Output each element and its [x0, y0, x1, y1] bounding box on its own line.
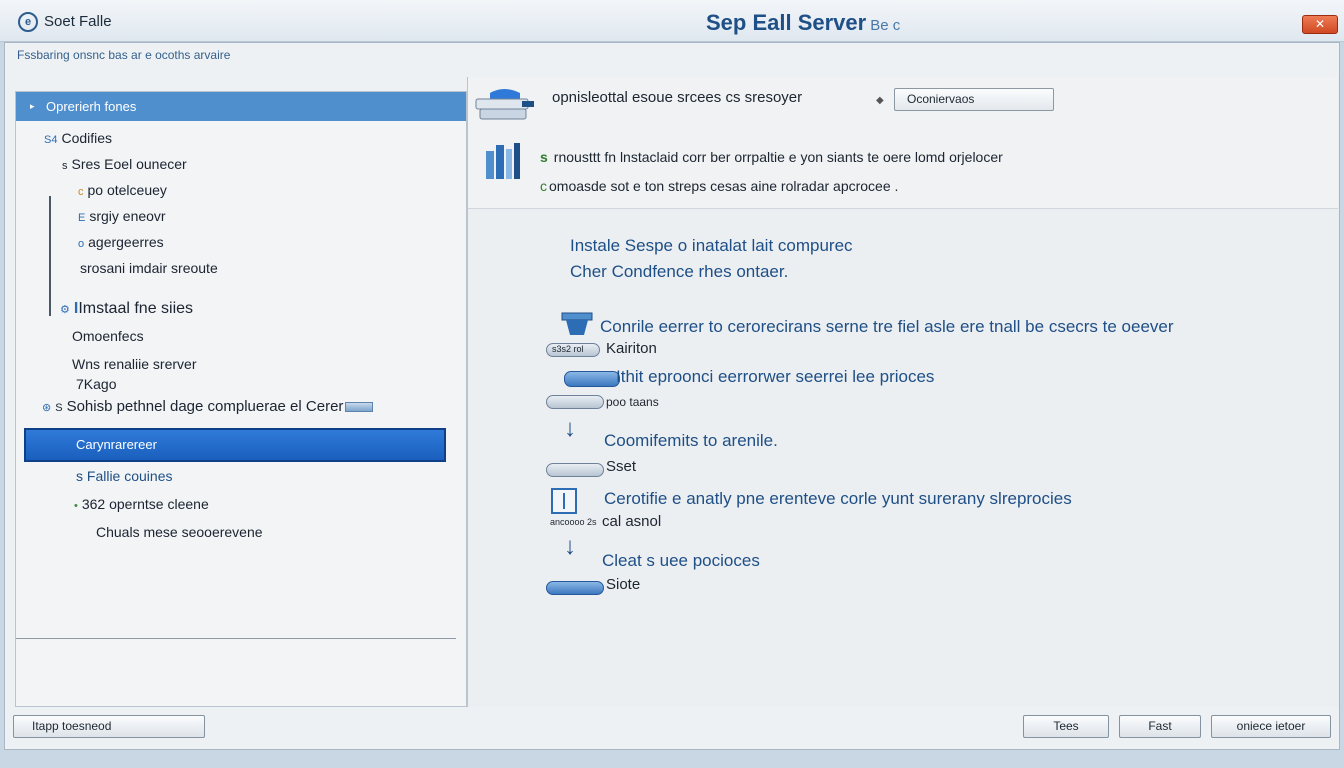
tree-item-prefix: S [55, 402, 63, 414]
step-2-label: poo taans [606, 395, 659, 409]
breadcrumb: Fssbaring onsnc bas ar e ocoths arvaire [17, 48, 231, 62]
app-logo-icon: e [18, 12, 38, 32]
step-1-title: Conrile eerrer to cerorecirans serne tre… [600, 317, 1174, 336]
tree-item-agreements[interactable]: o agergeerres [78, 234, 164, 250]
tree-item-prefix: c [78, 186, 84, 198]
gear-icon: ⚙ [60, 304, 70, 316]
tree-item-label: agergeerres [88, 234, 164, 250]
tree-item-server-owner[interactable]: s Sres Eoel ounecer [62, 156, 187, 172]
server-shield-icon [475, 89, 534, 120]
info-marker: s [540, 149, 548, 165]
panel-divider [16, 638, 456, 639]
down-arrow-icon: ↓ [564, 533, 576, 560]
step-1-tag: s3s2 rol [552, 344, 584, 354]
globe-icon: ⊛ [42, 402, 52, 414]
info-text: omoasde sot e ton streps cesas aine rolr… [549, 178, 899, 194]
tree-item-prefix: S4 [44, 134, 58, 146]
step-3-label: Sset [606, 458, 637, 475]
tree-item-label: 362 operntse cleene [81, 496, 209, 512]
tree-item-label: Sres Eoel ounecer [71, 156, 187, 172]
server-icon [561, 312, 593, 335]
main-window: Fssbaring onsnc bas ar e ocoths arvaire … [4, 42, 1340, 750]
tree-item-label: Omoenfecs [72, 328, 144, 344]
tree-item-label: srosani imdair sreoute [80, 260, 218, 276]
tree-item-label: Codifies [61, 130, 113, 146]
step-5-pill[interactable] [546, 581, 604, 595]
step-4-title: Cerotifie e anatly pne erenteve corle yu… [604, 489, 1072, 508]
window-title-sub: Be c [870, 17, 901, 34]
title-bar: e Soet Falle Sep Eall Server Be c ✕ [0, 0, 1344, 42]
tree-item-file-counts[interactable]: s Fallie couines [76, 468, 173, 484]
step-4-label: cal asnol [602, 513, 662, 530]
tree-item-label: srgiy eneovr [89, 208, 166, 224]
window-title-main: Sep Eall Server [706, 10, 867, 35]
tree-item-label: Imstaal fne siies [78, 300, 194, 317]
finish-button[interactable]: oniece ietoer [1211, 715, 1331, 738]
navigation-tree: ▸ Oprerierh fones S4 Codifies s Sres Eoel … [15, 91, 467, 707]
leaf-icon: • [74, 500, 78, 512]
step-3-title: Coomifemits to arenile. [604, 431, 778, 450]
info-marker: c [540, 178, 547, 194]
expand-arrow-icon: ▸ [30, 101, 35, 111]
tree-item-route[interactable]: srosani imdair sreoute [80, 260, 218, 276]
content-panel: opnisleottal esoue srcees cs sresoyer ◆ … [467, 77, 1339, 707]
tree-item-label: Chuals mese seooerevene [96, 524, 263, 540]
tree-item-install[interactable]: ⚙ IImstaal fne siies [60, 300, 193, 318]
app-name: Soet Falle [44, 13, 112, 30]
content-header: opnisleottal esoue srcees cs sresoyer ◆ … [468, 77, 1338, 209]
configuration-dropdown[interactable]: Oconiervaos [894, 88, 1054, 111]
tree-item-kago[interactable]: 7Kago [76, 376, 116, 392]
install-subheading: Cher Condfence rhes ontaer. [570, 262, 789, 281]
tree-item-label: Sohisb pethnel dage compluerae el Cerer [66, 398, 344, 415]
step-2-pill[interactable] [564, 371, 620, 387]
tree-item-label: s Fallie couines [76, 468, 173, 484]
tree-item-label: po otelceuey [87, 182, 167, 198]
window-title: Sep Eall Server Be c [706, 10, 900, 36]
tree-item-selected[interactable]: Carynrarereer [24, 428, 446, 462]
tree-item-server[interactable]: Wns renaliie srerver [72, 356, 196, 372]
books-icon [486, 143, 520, 179]
tree-item-label: 7Kago [76, 376, 117, 392]
step-2-title: Ithit eproonci eerrorwer seerrei lee pri… [616, 367, 935, 386]
step-1-label: Kairiton [606, 340, 657, 357]
install-heading: Instale Sespe o inatalat lait compurec [570, 236, 853, 255]
test-button[interactable]: Tees [1023, 715, 1109, 738]
next-button[interactable]: Fast [1119, 715, 1201, 738]
step-5-title: Cleat s uee pocioces [602, 551, 760, 570]
tree-item-selector[interactable]: c po otelceuey [78, 182, 167, 198]
info-line-2: c omoasde sot e ton streps cesas aine rol… [540, 178, 898, 194]
tree-item-prefix: o [78, 238, 85, 250]
tree-header-label: Oprerierh fones [46, 99, 137, 114]
step-5-label: Siote [606, 576, 641, 593]
tree-item-codifies[interactable]: S4 Codifies [44, 130, 112, 146]
tree-connector [49, 196, 51, 316]
tree-item-energy[interactable]: Esrgiy eneovr [78, 208, 166, 224]
content-subtitle: opnisleottal esoue srcees cs sresoyer [552, 89, 803, 106]
tree-header[interactable]: ▸ Oprerierh fones [16, 92, 466, 121]
document-icon [551, 488, 577, 514]
down-arrow-icon: ↓ [564, 415, 576, 442]
tree-item-prefix: s [62, 160, 68, 172]
tree-item-completion[interactable]: ⊛ S Sohisb pethnel dage compluerae el Cere… [42, 398, 374, 415]
step-3-pill[interactable] [546, 463, 604, 477]
close-button[interactable]: ✕ [1302, 15, 1338, 34]
tree-item-channels[interactable]: Chuals mese seooerevene [96, 524, 263, 540]
tree-item-label: Wns renaliie srerver [72, 356, 197, 372]
step-2-input-pill[interactable] [546, 395, 604, 409]
dropdown-arrow-icon[interactable]: ◆ [876, 95, 884, 106]
help-button[interactable]: Itapp toesneod [13, 715, 205, 738]
info-text: rnousttt fn lnstaclaid corr ber orrpalti… [553, 149, 1003, 165]
tree-item-omoenfecs[interactable]: Omoenfecs [72, 328, 144, 344]
info-line-1: s rnousttt fn lnstaclaid corr ber orrpalt… [540, 149, 1003, 165]
step-4-tag: ancoooo 2s [550, 517, 597, 527]
progress-bar-icon [345, 402, 374, 413]
tree-item-label: Carynrarereer [76, 437, 157, 452]
tree-item-prefix: E [78, 212, 86, 224]
tree-item-operations[interactable]: • 362 operntse cleene [74, 496, 209, 512]
